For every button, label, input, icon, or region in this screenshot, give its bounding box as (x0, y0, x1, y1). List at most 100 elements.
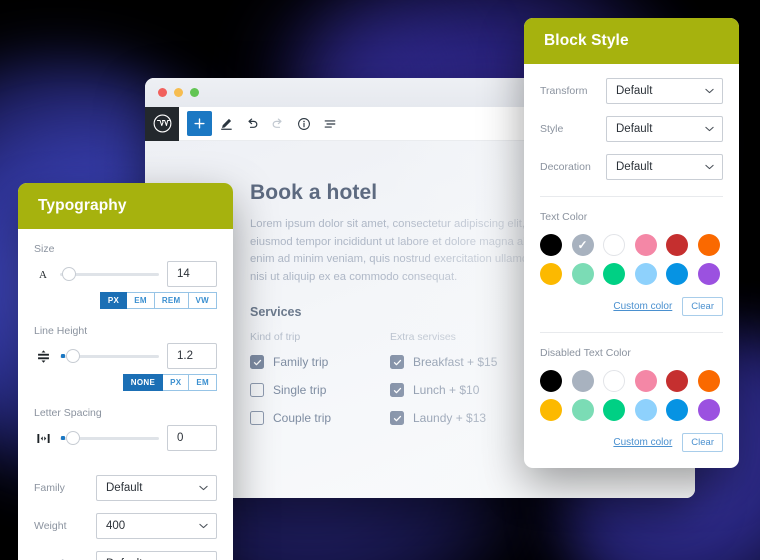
checkbox-label: Family trip (273, 355, 329, 369)
block-style-panel-body: Transform Default Style Default Decorati… (524, 64, 739, 468)
unit-em[interactable]: EM (189, 374, 217, 391)
disabled-text-color-swatch-1[interactable] (571, 370, 594, 392)
chevron-down-icon (199, 522, 208, 531)
window-maximize-button[interactable] (190, 88, 199, 97)
unit-rem[interactable]: REM (154, 292, 189, 309)
text-color-swatch-2[interactable] (603, 234, 625, 256)
letter-spacing-input[interactable]: 0 (167, 425, 217, 451)
checkbox-row[interactable]: Couple trip (250, 411, 390, 425)
disabled-text-color-swatch-6[interactable] (540, 399, 562, 421)
family-label: Family (34, 482, 65, 494)
slider-tick (61, 436, 65, 440)
unit-em[interactable]: EM (127, 292, 155, 309)
typography-panel: Typography Size A 14 PX EM REM VW Line H… (18, 183, 233, 560)
check-icon: ✓ (577, 238, 588, 252)
bs-decoration-label: Decoration (540, 161, 591, 173)
toolbar-buttons (179, 111, 342, 136)
text-color-swatch-5[interactable] (697, 234, 720, 256)
font-size-icon: A (34, 267, 52, 281)
disabled-text-color-swatch-9[interactable] (634, 399, 657, 421)
line-height-icon (34, 349, 52, 364)
undo-arrow-icon[interactable] (240, 112, 264, 136)
window-minimize-button[interactable] (174, 88, 183, 97)
weight-select[interactable]: 400 (96, 513, 217, 539)
text-color-swatch-4[interactable] (666, 234, 688, 256)
weight-row: Weight 400 (34, 513, 217, 539)
text-color-label: Text Color (540, 211, 588, 223)
disabled-text-color-swatch-5[interactable] (697, 370, 720, 392)
checkbox-couple-trip[interactable] (250, 411, 264, 425)
disabled-clear-button[interactable]: Clear (682, 433, 723, 452)
list-view-icon[interactable] (318, 112, 342, 136)
chevron-down-icon (199, 484, 208, 493)
text-color-swatch-8[interactable] (603, 263, 625, 285)
letter-spacing-slider[interactable] (60, 430, 159, 446)
add-block-button[interactable] (187, 111, 212, 136)
family-select[interactable]: Default (96, 475, 217, 501)
bs-decoration-value: Default (616, 161, 653, 173)
disabled-custom-color-link[interactable]: Custom color (613, 437, 672, 448)
bs-transform-select[interactable]: Default (606, 78, 723, 104)
bs-decoration-select[interactable]: Default (606, 154, 723, 180)
text-color-swatch-10[interactable] (666, 263, 688, 285)
unit-px[interactable]: PX (99, 292, 128, 309)
disabled-text-color-actions: Custom color Clear (540, 433, 723, 452)
text-color-swatch-11[interactable] (697, 263, 720, 285)
services-column-kind-of-trip: Kind of trip Family trip Single trip Cou… (250, 331, 390, 439)
text-color-swatch-6[interactable] (540, 263, 562, 285)
line-height-input[interactable]: 1.2 (167, 343, 217, 369)
bs-transform-value: Default (616, 85, 653, 97)
text-color-swatch-0[interactable] (540, 234, 562, 256)
wordpress-logo-icon[interactable] (145, 106, 179, 141)
size-slider[interactable] (60, 266, 159, 282)
letter-spacing-label: Letter Spacing (34, 407, 102, 419)
text-color-swatch-7[interactable] (571, 263, 594, 285)
text-color-swatch-9[interactable] (634, 263, 657, 285)
checkbox-laundy[interactable] (390, 411, 404, 425)
info-circle-icon[interactable] (292, 112, 316, 136)
checkbox-lunch[interactable] (390, 383, 404, 397)
section-divider (540, 196, 723, 197)
text-color-swatch-3[interactable] (634, 234, 657, 256)
unit-vw[interactable]: VW (188, 292, 217, 309)
checkbox-family-trip[interactable] (250, 355, 264, 369)
size-input[interactable]: 14 (167, 261, 217, 287)
disabled-text-color-swatch-10[interactable] (666, 399, 688, 421)
window-close-button[interactable] (158, 88, 167, 97)
bs-style-select[interactable]: Default (606, 116, 723, 142)
weight-label: Weight (34, 520, 67, 532)
line-height-label: Line Height (34, 325, 88, 337)
checkbox-row[interactable]: Family trip (250, 355, 390, 369)
redo-arrow-icon[interactable] (266, 112, 290, 136)
slider-knob[interactable] (66, 431, 80, 445)
checkbox-breakfast[interactable] (390, 355, 404, 369)
disabled-text-color-swatch-7[interactable] (571, 399, 594, 421)
disabled-text-color-swatch-8[interactable] (603, 399, 625, 421)
chevron-down-icon (705, 87, 714, 96)
disabled-text-color-swatch-3[interactable] (634, 370, 657, 392)
disabled-text-color-swatch-2[interactable] (603, 370, 625, 392)
unit-none[interactable]: NONE (122, 374, 164, 391)
block-style-panel: Block Style Transform Default Style Defa… (524, 18, 739, 468)
slider-tick (61, 354, 65, 358)
disabled-text-color-swatch-4[interactable] (666, 370, 688, 392)
text-custom-color-link[interactable]: Custom color (613, 301, 672, 312)
checkbox-row[interactable]: Single trip (250, 383, 390, 397)
checkbox-single-trip[interactable] (250, 383, 264, 397)
text-color-swatch-1[interactable]: ✓ (571, 234, 594, 256)
disabled-text-color-swatch-11[interactable] (697, 399, 720, 421)
line-height-slider[interactable] (60, 348, 159, 364)
slider-knob[interactable] (66, 349, 80, 363)
disabled-text-color-swatch-0[interactable] (540, 370, 562, 392)
pencil-icon[interactable] (214, 112, 238, 136)
slider-knob[interactable] (62, 267, 76, 281)
text-color-actions: Custom color Clear (540, 297, 723, 316)
size-unit-row: PX EM REM VW (34, 292, 217, 309)
transform-select[interactable]: Default (96, 551, 217, 560)
unit-px[interactable]: PX (163, 374, 190, 391)
text-color-swatches: ✓ (540, 234, 723, 285)
chevron-down-icon (705, 163, 714, 172)
checkbox-label: Breakfast + $15 (413, 355, 498, 369)
svg-text:A: A (39, 269, 47, 281)
text-clear-button[interactable]: Clear (682, 297, 723, 316)
